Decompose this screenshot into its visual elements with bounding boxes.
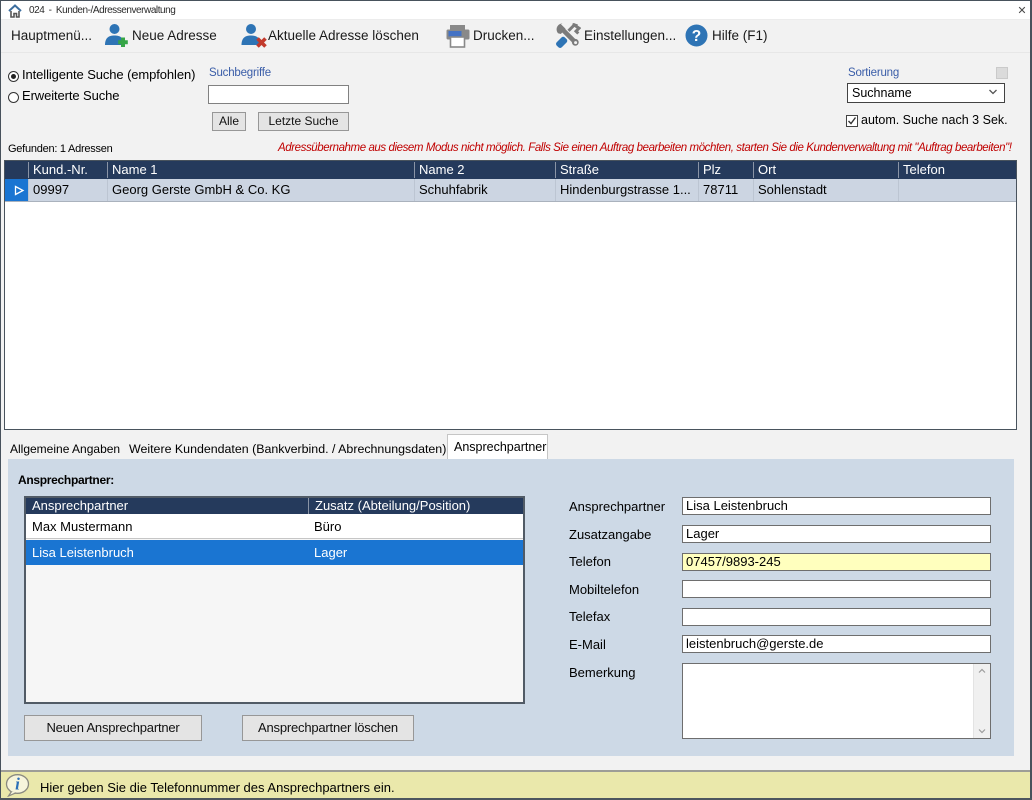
svg-text:i: i bbox=[15, 775, 20, 794]
svg-text:?: ? bbox=[692, 28, 701, 45]
